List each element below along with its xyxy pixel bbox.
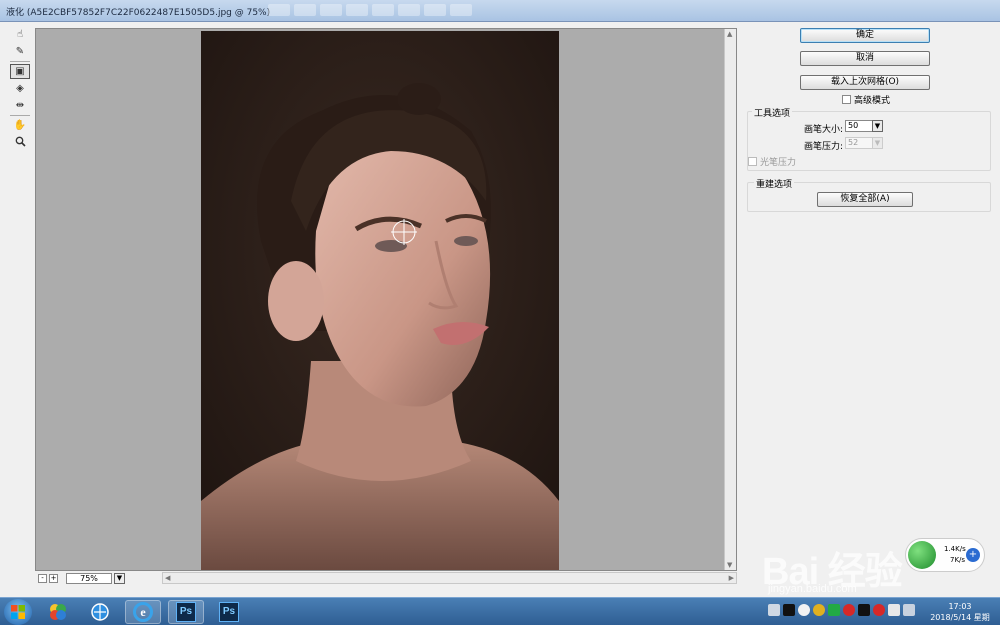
- download-speed: 7K/s: [950, 556, 966, 564]
- taskbar-app-photoshop-2[interactable]: Ps: [211, 600, 247, 624]
- vertical-scrollbar[interactable]: ▲ ▼: [724, 29, 736, 570]
- zoom-controls: - + 75% ▼: [38, 572, 125, 584]
- stylus-pressure-box[interactable]: [748, 157, 757, 166]
- stylus-pressure-checkbox[interactable]: 光笔压力: [748, 155, 796, 168]
- tray-qq2-icon[interactable]: [858, 604, 870, 616]
- title-bar-blur: [268, 4, 472, 16]
- taskbar-app-photoshop[interactable]: Ps: [168, 600, 204, 624]
- pucker-tool[interactable]: ▣: [10, 64, 30, 79]
- hand-icon: ✋: [13, 120, 27, 131]
- bloat-tool[interactable]: ◈: [10, 81, 30, 96]
- window-title: 液化 (A5E2CBF57852F7C22F0622487E1505D5.jpg…: [6, 8, 271, 18]
- brush-pressure-field[interactable]: 52: [845, 137, 873, 149]
- start-button[interactable]: [4, 599, 32, 625]
- brush-size-field[interactable]: 50: [845, 120, 873, 132]
- reconstruct-tool[interactable]: ✎: [10, 44, 30, 59]
- color-petal-icon: [50, 604, 66, 620]
- tray-smile-icon[interactable]: [813, 604, 825, 616]
- push-left-tool[interactable]: ⇹: [10, 98, 30, 113]
- scroll-up-icon[interactable]: ▲: [727, 30, 732, 38]
- zoom-icon: [15, 136, 26, 150]
- scroll-down-icon[interactable]: ▼: [727, 561, 732, 569]
- title-bar: 液化 (A5E2CBF57852F7C22F0622487E1505D5.jpg…: [0, 0, 1000, 22]
- horizontal-scrollbar[interactable]: ◀ ▶: [162, 572, 737, 584]
- forward-warp-tool[interactable]: ☝: [10, 27, 30, 42]
- ok-button[interactable]: 确定: [800, 28, 930, 43]
- brush-pressure-dropdown-icon[interactable]: ▼: [872, 137, 883, 149]
- tool-palette: ☝ ✎ ▣ ◈ ⇹ ✋: [8, 26, 32, 166]
- reconstruct-icon: ✎: [15, 46, 25, 57]
- tool-separator: [10, 115, 30, 116]
- photoshop-icon: Ps: [176, 602, 196, 622]
- zoom-in-button[interactable]: +: [49, 573, 58, 583]
- taskbar: e Ps Ps 17:03 2018/5/14 星期一: [0, 597, 1000, 625]
- photoshop-icon: Ps: [219, 602, 239, 622]
- taskbar-app-ie[interactable]: e: [125, 600, 161, 624]
- globe-icon: [91, 603, 109, 621]
- portrait-photo[interactable]: [201, 31, 559, 570]
- reconstruct-options-title: 重建选项: [754, 177, 795, 190]
- brush-size-label: 画笔大小:: [804, 125, 844, 135]
- scroll-right-icon[interactable]: ▶: [729, 574, 734, 582]
- tray-green-icon[interactable]: [828, 604, 840, 616]
- preview-canvas[interactable]: ▲ ▼: [35, 28, 737, 571]
- network-ball-icon: [908, 541, 936, 569]
- network-monitor-widget[interactable]: 1.4K/s 7K/s +: [905, 538, 985, 572]
- advanced-mode-label: 高级模式: [854, 96, 891, 106]
- tray-speaker-icon[interactable]: [888, 604, 900, 616]
- advanced-mode-checkbox[interactable]: 高级模式: [842, 93, 890, 106]
- advanced-mode-box[interactable]: [842, 95, 851, 104]
- tray-shield-icon[interactable]: [798, 604, 810, 616]
- system-tray: [768, 604, 915, 616]
- tool-options-title: 工具选项: [752, 106, 793, 119]
- tray-stop-icon[interactable]: [843, 604, 855, 616]
- brush-size-dropdown-icon[interactable]: ▼: [872, 120, 883, 132]
- boost-plus-icon[interactable]: +: [966, 548, 980, 562]
- hand-tool[interactable]: ✋: [10, 118, 30, 133]
- push-left-icon: ⇹: [15, 100, 25, 111]
- stylus-pressure-label: 光笔压力: [760, 158, 797, 168]
- clock-time: 17:03: [948, 602, 972, 611]
- liquify-dialog: ☝ ✎ ▣ ◈ ⇹ ✋ ▲ ▼ ◀ ▶ - + 75% ▼ 确定 取消 载入上次…: [0, 22, 1000, 597]
- upload-speed: 1.4K/s: [944, 545, 966, 553]
- portrait-illustration: [201, 31, 559, 570]
- zoom-out-button[interactable]: -: [38, 573, 47, 583]
- zoom-tool[interactable]: [10, 135, 30, 150]
- tray-network-icon[interactable]: [768, 604, 780, 616]
- tray-alert-icon[interactable]: [873, 604, 885, 616]
- bloat-icon: ◈: [16, 83, 24, 94]
- zoom-dropdown-icon[interactable]: ▼: [114, 572, 125, 584]
- zoom-level-field[interactable]: 75%: [66, 572, 112, 584]
- windows-logo-icon: [11, 605, 25, 619]
- taskbar-app-360[interactable]: [40, 600, 76, 624]
- cancel-button[interactable]: 取消: [800, 51, 930, 66]
- load-last-mesh-button[interactable]: 载入上次网格(O): [800, 75, 930, 90]
- scroll-left-icon[interactable]: ◀: [165, 574, 170, 582]
- internet-explorer-icon: e: [133, 602, 153, 622]
- taskbar-clock[interactable]: 17:03 2018/5/14 星期一: [928, 601, 992, 625]
- tray-qq-icon[interactable]: [783, 604, 795, 616]
- tray-flag-icon[interactable]: [903, 604, 915, 616]
- forward-warp-icon: ☝: [16, 29, 24, 40]
- clock-date: 2018/5/14 星期一: [930, 613, 990, 625]
- baidu-site-watermark: jingyan.baidu.com: [768, 583, 857, 595]
- pucker-icon: ▣: [15, 66, 25, 77]
- taskbar-app-browser[interactable]: [82, 600, 118, 624]
- options-panel: 确定 取消 载入上次网格(O) 高级模式 工具选项 画笔大小: 50 ▼ 画笔压…: [742, 22, 1000, 597]
- restore-all-button[interactable]: 恢复全部(A): [817, 192, 913, 207]
- tool-separator: [10, 61, 30, 62]
- brush-pressure-label: 画笔压力:: [804, 142, 844, 152]
